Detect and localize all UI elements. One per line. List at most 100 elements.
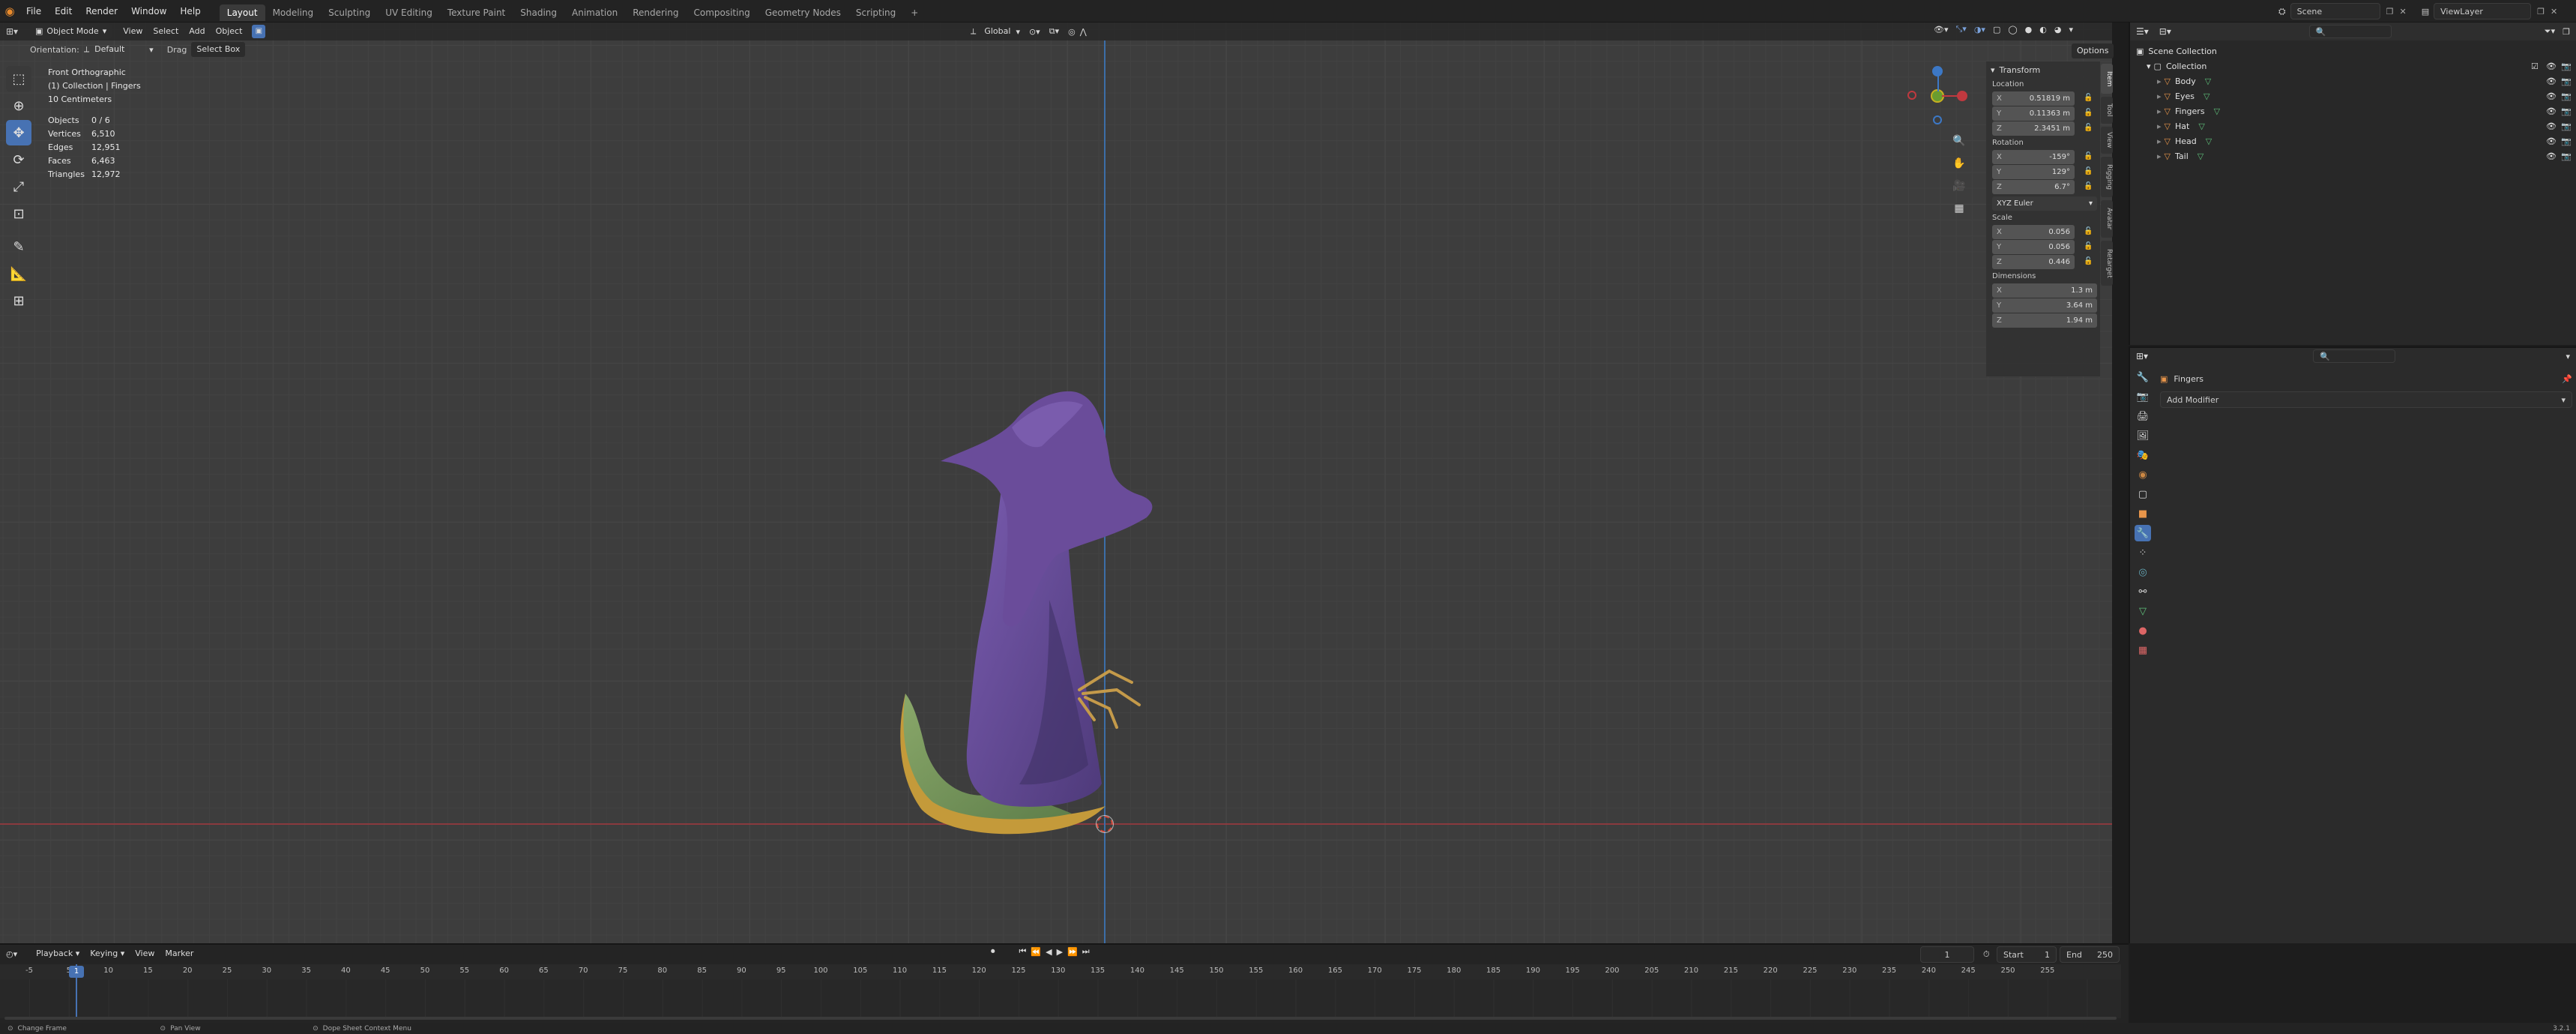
tab-sculpting[interactable]: Sculpting [321,4,378,21]
grid-perspective-icon[interactable]: ▦ [1950,202,1968,225]
measure-tool[interactable]: 📐 [6,261,31,286]
timeline-scrollbar[interactable] [4,1017,2117,1020]
camera-icon[interactable]: 🎥 [1950,180,1968,202]
lock-icon[interactable]: 🔓 [2084,182,2093,190]
jump-start-icon[interactable]: ⏮ [1019,946,1027,957]
falloff-icon[interactable]: ⋀ [1080,27,1087,37]
rotation-z-field[interactable]: Z 6.7° [1992,180,2075,194]
eye-icon[interactable]: 👁 [2546,121,2557,131]
zoom-icon[interactable]: 🔍 [1950,135,1968,157]
menu-playback[interactable]: Playback ▾ [31,946,85,961]
3d-viewport[interactable]: ⊞▾ ▣ Object Mode ▾ View Select Add Object … [0,22,2114,943]
frame-ruler[interactable]: -515101520253035404550556065707580859095… [0,964,2121,979]
menu-window[interactable]: Window [124,0,173,22]
camera-render-icon[interactable]: 📷 [2561,121,2572,131]
mode-selector[interactable]: ▣ Object Mode ▾ [30,24,112,39]
play-icon[interactable]: ▶ [1057,947,1063,957]
camera-render-icon[interactable]: 📷 [2561,106,2572,116]
shading-options-icon[interactable]: ▾ [2069,25,2074,34]
collapse-icon[interactable]: ▾ [1991,65,1995,75]
view-layer-icon[interactable]: ▤ [2422,7,2429,16]
constraints-tab-icon[interactable]: ⚯ [2135,583,2151,600]
lock-icon[interactable]: 🔓 [2084,227,2093,235]
orientation-selector[interactable]: Default [89,42,149,57]
sidebar-tab-item[interactable]: Item [2101,64,2113,94]
proportional-editing-icon[interactable]: ◎ [1068,27,1076,37]
move-tool[interactable]: ✥ [6,120,31,145]
sidebar-tab-view[interactable]: View [2101,127,2113,154]
overlay-toggle-icon[interactable]: ◑▾ [1974,25,1985,34]
delete-scene-icon[interactable]: ✕ [2399,7,2406,16]
checkbox-icon[interactable]: ☑ [2531,61,2539,71]
menu-keying[interactable]: Keying ▾ [85,946,130,961]
drag-selector[interactable]: Select Box [191,42,246,57]
new-scene-icon[interactable]: ❐ [2386,7,2394,16]
expand-arrow-icon[interactable]: ▸ [2157,121,2162,131]
location-x-field[interactable]: X 0.51819 m [1992,91,2075,106]
lock-icon[interactable]: 🔓 [2084,257,2093,265]
tab-geometry-nodes[interactable]: Geometry Nodes [758,4,848,21]
outliner-item-body[interactable]: ▸ ▽ Body ▽ 👁 📷 [2136,73,2572,88]
tab-compositing[interactable]: Compositing [686,4,757,21]
pivot-point-icon[interactable]: ⊙▾ [1029,27,1040,37]
tool-tab-icon[interactable]: 🔧 [2135,369,2151,385]
cursor-tool[interactable]: ⊕ [6,93,31,118]
outliner-item-fingers[interactable]: ▸ ▽ Fingers ▽ 👁 📷 [2136,103,2572,118]
outliner-scene-collection[interactable]: ▣ Scene Collection [2136,43,2570,58]
filter-icon[interactable]: ⏷▾ [2545,26,2555,37]
camera-render-icon[interactable]: 📷 [2561,91,2572,101]
eye-icon[interactable]: 👁 [2546,91,2557,101]
end-frame-field[interactable]: End 250 [2060,946,2120,963]
lock-icon[interactable]: 🔓 [2084,109,2093,117]
rotate-tool[interactable]: ⟳ [6,147,31,172]
eye-icon[interactable]: 👁 [2546,61,2557,71]
expand-arrow-icon[interactable]: ▸ [2157,76,2162,86]
editor-type-icon[interactable]: ⊞▾ [2136,351,2148,361]
transform-orientation-selector[interactable]: Global [979,24,1016,39]
gizmo-x-icon[interactable] [1957,91,1967,101]
menu-render[interactable]: Render [79,0,124,22]
output-tab-icon[interactable]: 🖨 [2135,408,2151,424]
new-collection-icon[interactable]: ❐ [2563,27,2570,37]
tab-rendering[interactable]: Rendering [625,4,686,21]
blender-logo-icon[interactable]: ◉ [0,0,19,22]
tab-texture-paint[interactable]: Texture Paint [440,4,513,21]
add-workspace-button[interactable]: + [903,4,926,21]
3d-cursor-icon[interactable] [1096,815,1114,833]
prev-keyframe-icon[interactable]: ⏪ [1031,947,1041,957]
lock-icon[interactable]: 🔓 [2084,242,2093,250]
eye-icon[interactable]: 👁 [2546,106,2557,116]
scale-x-field[interactable]: X 0.056 [1992,225,2075,239]
scale-z-field[interactable]: Z 0.446 [1992,255,2075,269]
expand-arrow-icon[interactable]: ▸ [2157,151,2162,161]
pin-icon[interactable]: 📌 [2562,374,2572,384]
expand-arrow-icon[interactable]: ▸ [2157,136,2162,146]
next-keyframe-icon[interactable]: ⏩ [1067,947,1078,957]
visibility-icon[interactable]: 👁▾ [1934,25,1949,34]
collection-tab-icon[interactable]: ▢ [2135,486,2151,502]
annotate-tool[interactable]: ✎ [6,234,31,259]
menu-add[interactable]: Add [184,24,210,39]
dimension-x-field[interactable]: X 1.3 m [1992,283,2097,298]
add-cube-tool[interactable]: ⊞ [6,288,31,313]
material-tab-icon[interactable]: ● [2135,622,2151,639]
sidebar-tab-tool[interactable]: Tool [2101,97,2113,124]
particles-tab-icon[interactable]: ⁘ [2135,544,2151,561]
outliner-search-input[interactable]: 🔍 [2308,25,2392,38]
tab-layout[interactable]: Layout [219,4,265,21]
tab-animation[interactable]: Animation [564,4,625,21]
data-tab-icon[interactable]: ▽ [2135,603,2151,619]
start-frame-field[interactable]: Start 1 [1997,946,2057,963]
expand-arrow-icon[interactable]: ▸ [2157,91,2162,101]
scale-y-field[interactable]: Y 0.056 [1992,240,2075,254]
object-tab-icon[interactable]: ■ [2135,505,2151,522]
editor-type-icon[interactable]: ⊞▾ [6,26,25,37]
transform-header[interactable]: Transform [2000,65,2041,75]
sidebar-tab-avatar[interactable]: Avatar [2101,200,2113,238]
jump-end-icon[interactable]: ⏭ [1082,946,1090,957]
menu-view[interactable]: View [118,24,148,39]
expand-arrow-icon[interactable]: ▾ [2147,61,2151,71]
options-button[interactable]: Options [2072,43,2114,58]
shading-wireframe-icon[interactable]: ◯ [2008,25,2017,34]
current-frame-field[interactable]: 1 [1920,946,1974,963]
